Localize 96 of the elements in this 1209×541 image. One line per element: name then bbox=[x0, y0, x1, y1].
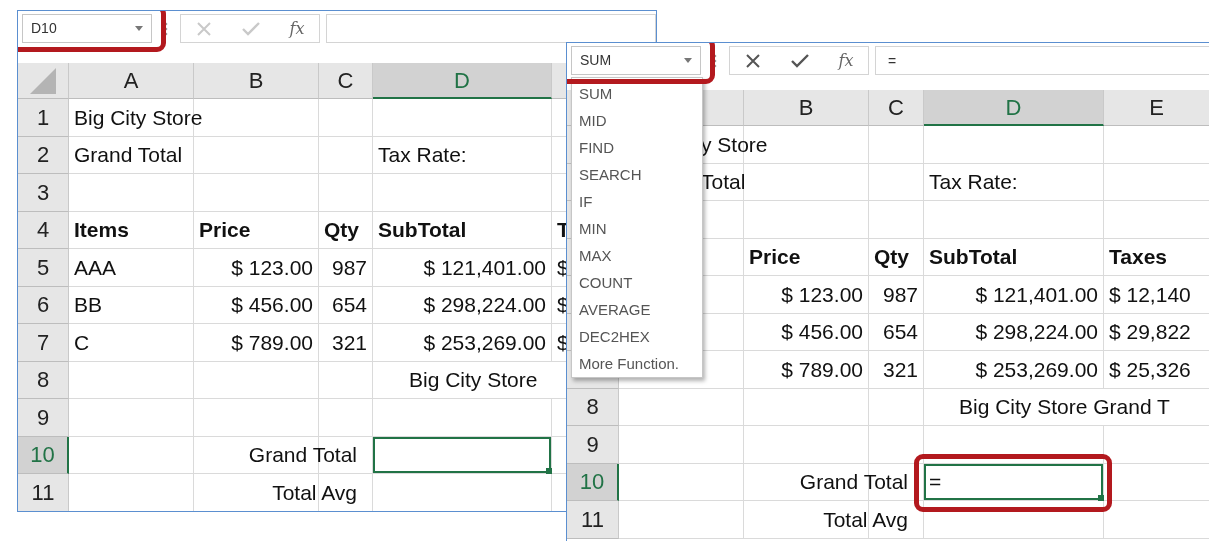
cell-text: $ 253,269.00 bbox=[423, 329, 546, 356]
cell-text: $ 298,224.00 bbox=[975, 319, 1098, 345]
column-header[interactable]: C bbox=[319, 63, 373, 99]
cell-text: Items bbox=[74, 217, 129, 243]
cell-text: 321 bbox=[331, 329, 367, 356]
formula-field[interactable] bbox=[326, 14, 656, 43]
row-header[interactable]: 5 bbox=[18, 249, 69, 287]
fill-handle[interactable] bbox=[1098, 495, 1104, 501]
row-header[interactable]: 10 bbox=[18, 436, 69, 474]
cell-text: $ 29,822 bbox=[1109, 319, 1191, 345]
name-box[interactable]: D10 bbox=[22, 14, 152, 43]
cell-text: $ 25,326 bbox=[1109, 356, 1191, 383]
row-header[interactable]: 6 bbox=[18, 286, 69, 324]
row-header[interactable]: 3 bbox=[18, 174, 69, 212]
cell-text: Tax Rate: bbox=[929, 169, 1018, 195]
table-cell bbox=[869, 126, 924, 164]
function-option[interactable]: More Function. bbox=[572, 350, 702, 377]
selected-cell[interactable] bbox=[373, 436, 552, 474]
row-header[interactable]: 11 bbox=[567, 501, 619, 539]
column-header[interactable]: A bbox=[69, 63, 194, 99]
cell-text: Tax Rate: bbox=[378, 142, 467, 168]
table-cell bbox=[319, 99, 373, 137]
row-header[interactable]: 8 bbox=[567, 388, 619, 426]
select-all-button[interactable] bbox=[18, 63, 69, 99]
row-header[interactable]: 7 bbox=[18, 324, 69, 362]
column-header[interactable]: C bbox=[869, 90, 924, 126]
function-option[interactable]: COUNT bbox=[572, 269, 702, 296]
row-header[interactable]: 11 bbox=[18, 474, 69, 511]
row-header[interactable]: 1 bbox=[18, 99, 69, 137]
function-option[interactable]: MID bbox=[572, 107, 702, 134]
column-header[interactable]: D bbox=[924, 90, 1104, 126]
cell-text: 654 bbox=[331, 292, 367, 318]
cell-text: SubTotal bbox=[378, 217, 467, 243]
cell-text: Big City Store bbox=[74, 104, 203, 131]
row-header[interactable]: 8 bbox=[18, 361, 69, 399]
function-option[interactable]: DEC2HEX bbox=[572, 323, 702, 350]
cell-text: Total Avg bbox=[272, 479, 357, 506]
row-header[interactable]: 9 bbox=[567, 426, 619, 464]
cell-text: Grand Total bbox=[799, 469, 908, 495]
cell-text: $ 121,401.00 bbox=[975, 281, 1098, 308]
cell-text: Qty bbox=[324, 217, 359, 243]
cancel-icon[interactable] bbox=[744, 52, 761, 69]
cell-text: $ 789.00 bbox=[781, 356, 863, 383]
name-box[interactable]: SUM bbox=[571, 46, 701, 75]
cell-text: Big City Store Grand T bbox=[959, 394, 1170, 420]
cell-text: 654 bbox=[882, 319, 918, 345]
formula-field[interactable]: = bbox=[875, 46, 1209, 75]
column-header[interactable]: D bbox=[373, 63, 552, 99]
cell-text: Taxes bbox=[1109, 244, 1167, 270]
function-option[interactable]: FIND bbox=[572, 134, 702, 161]
function-option[interactable]: MIN bbox=[572, 215, 702, 242]
cell-text: Total bbox=[701, 169, 746, 195]
cell-text: Grand Total bbox=[248, 442, 357, 468]
cell-text: 987 bbox=[331, 254, 367, 281]
cell-text: AAA bbox=[74, 254, 117, 281]
cell-text: Big City Store bbox=[409, 367, 538, 393]
cell-text: $ 121,401.00 bbox=[423, 254, 546, 281]
selected-cell[interactable]: = bbox=[924, 463, 1104, 501]
row-header[interactable]: 10 bbox=[567, 463, 619, 501]
cell-text: $ 456.00 bbox=[781, 319, 863, 345]
cell-text: $ 123.00 bbox=[781, 281, 863, 308]
cell-text: $ 789.00 bbox=[231, 329, 313, 356]
column-header[interactable]: E bbox=[1104, 90, 1209, 126]
checkmark-icon[interactable] bbox=[789, 52, 810, 69]
cell-text: Price bbox=[749, 244, 801, 270]
function-option[interactable]: MAX bbox=[572, 242, 702, 269]
fill-handle[interactable] bbox=[546, 468, 552, 474]
caret-icon[interactable] bbox=[135, 26, 143, 31]
row-header[interactable]: 4 bbox=[18, 211, 69, 249]
row-header[interactable]: 2 bbox=[18, 136, 69, 174]
cell-text: $ 456.00 bbox=[231, 292, 313, 318]
cell-text: Price bbox=[199, 217, 251, 243]
insert-function-button[interactable]: fx bbox=[838, 48, 854, 73]
function-option[interactable]: AVERAGE bbox=[572, 296, 702, 323]
cell-text: $ 12,140 bbox=[1109, 281, 1191, 308]
cell-text: SubTotal bbox=[929, 244, 1018, 270]
function-option[interactable]: IF bbox=[572, 188, 702, 215]
cell-text: Total Avg bbox=[823, 506, 908, 533]
cell-text: C bbox=[74, 329, 90, 356]
cell-text: 987 bbox=[882, 281, 918, 308]
cell-text: $ 123.00 bbox=[231, 254, 313, 281]
insert-function-button[interactable]: fx bbox=[289, 16, 305, 41]
cell-text: 321 bbox=[882, 356, 918, 383]
drag-handle-icon bbox=[164, 22, 168, 36]
row-header[interactable]: 9 bbox=[18, 399, 69, 437]
cell-text: $ 298,224.00 bbox=[423, 292, 546, 318]
cell-text: BB bbox=[74, 292, 102, 318]
caret-icon[interactable] bbox=[684, 58, 692, 63]
function-option[interactable]: SUM bbox=[572, 80, 702, 107]
cell-text: Qty bbox=[874, 244, 909, 270]
function-option[interactable]: SEARCH bbox=[572, 161, 702, 188]
column-header[interactable]: B bbox=[194, 63, 319, 99]
drag-handle-icon bbox=[713, 54, 717, 68]
cell-text: Grand Total bbox=[74, 142, 183, 168]
cell-text: $ 253,269.00 bbox=[975, 356, 1098, 383]
column-header[interactable]: B bbox=[744, 90, 869, 126]
